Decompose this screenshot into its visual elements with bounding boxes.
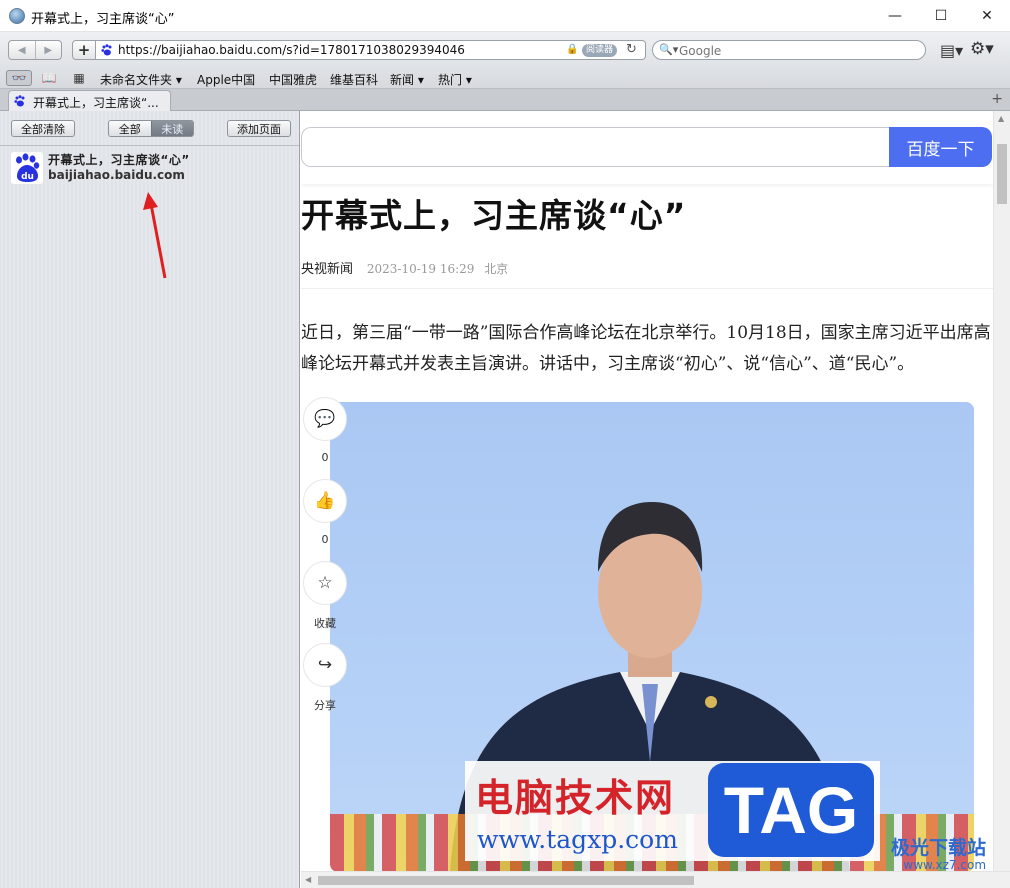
reading-list-sidebar: 全部清除 全部 未读 添加页面 du 开幕式上，习主席谈“心” baijiaha… [0, 111, 300, 888]
share-action[interactable]: ↪ 分享 [301, 643, 349, 713]
window-titlebar: 开幕式上，习主席谈“心” — ☐ ✕ [0, 0, 1010, 32]
baidu-search-header: 百度一下 [301, 111, 993, 184]
baidu-favicon-icon [101, 44, 112, 56]
bookmark-item-yahoo-china[interactable]: 中国雅虎 [269, 71, 317, 88]
site-watermark: 电脑技术网 www.tagxp.com TAG [465, 761, 880, 861]
comment-count: 0 [321, 451, 329, 464]
reader-button[interactable]: 阅读器 [582, 44, 618, 57]
like-icon[interactable]: 👍 [303, 479, 347, 523]
web-content: 百度一下 开幕式上，习主席谈“心” 央视新闻 2023-10-19 16:29 … [301, 111, 1010, 888]
bookmark-item-untitled-folder[interactable]: 未命名文件夹 ▾ [100, 71, 182, 88]
reading-list-item[interactable]: du 开幕式上，习主席谈“心” baijiahao.baidu.com [0, 147, 299, 187]
svg-text:du: du [21, 172, 34, 182]
like-count: 0 [321, 533, 329, 546]
top-sites-grid-icon[interactable]: ▦ [70, 70, 88, 86]
star-icon[interactable]: ☆ [303, 561, 347, 605]
search-field[interactable]: 🔍▾ [652, 40, 926, 60]
reading-list-icon[interactable]: 👓 [6, 70, 32, 86]
tab-bar: 开幕式上，习主席谈“... + [0, 89, 1010, 111]
search-icon[interactable]: 🔍▾ [659, 43, 678, 56]
clear-all-button[interactable]: 全部清除 [11, 120, 75, 137]
baidu-search-input[interactable] [301, 127, 890, 167]
bookmark-item-popular[interactable]: 热门 ▾ [438, 71, 472, 88]
forward-button[interactable]: ▶ [34, 41, 62, 59]
like-action[interactable]: 👍 0 [301, 479, 349, 546]
meta-divider [301, 288, 993, 289]
horizontal-scrollbar[interactable]: ◀ [301, 871, 1010, 888]
baidu-search-button[interactable]: 百度一下 [889, 127, 992, 167]
horizontal-scroll-thumb[interactable] [318, 876, 694, 885]
article-paragraph: 近日，第三届“一带一路”国际合作高峰论坛在北京举行。10月18日，国家主席习近平… [301, 323, 991, 374]
filter-unread-button[interactable]: 未读 [150, 121, 193, 136]
comment-icon[interactable]: 💬 [303, 397, 347, 441]
baidu-favicon-icon [14, 95, 25, 107]
scroll-up-arrow-icon[interactable]: ▲ [998, 114, 1004, 123]
article-source[interactable]: 央视新闻 [301, 262, 353, 277]
watermark-tag-logo: TAG [708, 763, 874, 857]
reading-list-item-title: 开幕式上，习主席谈“心” [48, 153, 190, 167]
corner-watermark-title: 极光下载站 [891, 837, 987, 859]
favorite-action[interactable]: ☆ 收藏 [301, 561, 349, 631]
article-meta: 央视新闻 2023-10-19 16:29 北京 [301, 258, 508, 277]
tab-title: 开幕式上，习主席谈“... [33, 96, 159, 110]
vertical-scroll-thumb[interactable] [997, 144, 1007, 204]
scroll-left-arrow-icon[interactable]: ◀ [305, 875, 311, 884]
reading-list-item-domain: baijiahao.baidu.com [48, 168, 185, 182]
corner-watermark-url: www.xz7.com [903, 858, 987, 872]
article-location: 北京 [484, 262, 509, 276]
sidebar-divider [0, 145, 299, 146]
address-bar[interactable]: https://baijiahao.baidu.com/s?id=1780171… [96, 40, 646, 60]
filter-segment: 全部 未读 [108, 120, 194, 137]
watermark-url: www.tagxp.com [477, 825, 678, 854]
lock-icon: 🔒 [566, 44, 579, 55]
article-date: 2023-10-19 16:29 [366, 262, 475, 276]
close-button[interactable]: ✕ [964, 0, 1010, 32]
browser-globe-icon [9, 8, 25, 24]
add-bookmark-button[interactable]: + [72, 40, 96, 60]
add-page-button[interactable]: 添加页面 [227, 120, 291, 137]
url-text[interactable]: https://baijiahao.baidu.com/s?id=1780171… [118, 43, 465, 57]
bookmarks-book-icon[interactable]: 📖 [38, 70, 60, 86]
share-label: 分享 [314, 699, 336, 712]
bookmarks-bar: 👓 📖 ▦ 未命名文件夹 ▾ Apple中国 中国雅虎 维基百科 新闻 ▾ 热门… [0, 68, 1010, 89]
new-tab-button[interactable]: + [991, 91, 1003, 107]
reload-icon[interactable]: ↻ [626, 42, 637, 57]
bookmark-item-wikipedia[interactable]: 维基百科 [330, 71, 378, 88]
search-input[interactable] [679, 43, 919, 58]
red-arrow-annotation-icon [143, 192, 167, 279]
bookmark-item-apple-china[interactable]: Apple中国 [197, 71, 255, 88]
corner-watermark: 极光下载站 www.xz7.com [891, 833, 986, 872]
baidu-logo-icon: du [11, 152, 43, 184]
minimize-button[interactable]: — [872, 0, 918, 32]
share-icon[interactable]: ↪ [303, 643, 347, 687]
vertical-scrollbar[interactable]: ▲ [993, 111, 1010, 871]
favorite-label: 收藏 [314, 617, 336, 630]
article-title: 开幕式上，习主席谈“心” [301, 196, 687, 235]
page-menu-icon[interactable]: ▤▾ [940, 41, 963, 60]
filter-all-button[interactable]: 全部 [109, 121, 151, 136]
maximize-button[interactable]: ☐ [918, 0, 964, 32]
bookmark-item-news[interactable]: 新闻 ▾ [390, 71, 424, 88]
comment-action[interactable]: 💬 0 [301, 397, 349, 464]
tab-article[interactable]: 开幕式上，习主席谈“... [8, 90, 171, 111]
nav-buttons: ◀ ▶ [8, 40, 62, 60]
watermark-title: 电脑技术网 [475, 776, 676, 820]
back-button[interactable]: ◀ [9, 41, 35, 59]
gear-icon[interactable]: ⚙▾ [970, 39, 994, 59]
browser-toolbar: ◀ ▶ + https://baijiahao.baidu.com/s?id=1… [0, 32, 1010, 68]
window-title: 开幕式上，习主席谈“心” [31, 12, 175, 27]
